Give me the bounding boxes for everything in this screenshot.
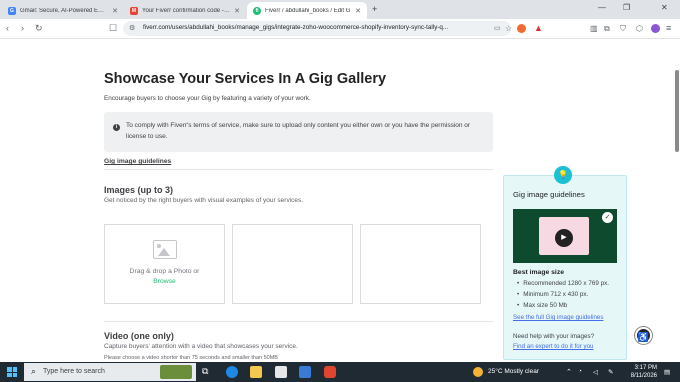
size-item: Minimum 712 x 430 px. <box>517 291 588 298</box>
search-placeholder: Type here to search <box>43 368 105 375</box>
minimize-icon[interactable]: — <box>598 3 606 12</box>
rewards-icon[interactable]: ▲ <box>534 23 543 34</box>
network-icon[interactable]: ◔ <box>578 368 582 375</box>
scrollbar[interactable] <box>675 70 679 152</box>
find-expert-link[interactable]: Find an expert to do it for you <box>513 343 593 350</box>
full-guidelines-link[interactable]: See the full Gig image guidelines <box>513 314 603 321</box>
cast-icon[interactable]: ▭ <box>494 23 501 34</box>
tab-gmail[interactable]: G Gmail: Secure, AI-Powered Email fo ✕ <box>2 2 124 19</box>
help-text: Need help with your images? <box>513 333 595 340</box>
edge-icon[interactable] <box>226 366 238 378</box>
profile-icon[interactable] <box>651 24 660 33</box>
tab-fiverr[interactable]: fi Fiverr / abdullahi_books / Edit G ✕ <box>247 2 367 19</box>
taskbar: ⌕ Type here to search ⧉ 25°C Mostly clea… <box>0 362 680 382</box>
news-widget-icon[interactable] <box>160 365 192 379</box>
upload-prompt: Drag & drop a Photo or Browse <box>105 267 224 287</box>
image-placeholder-icon <box>153 240 177 259</box>
guideline-example-image: ▶ ✓ <box>513 209 617 263</box>
close-icon[interactable]: ✕ <box>112 7 118 15</box>
star-icon[interactable]: ☆ <box>505 23 512 34</box>
size-item: Recommended 1280 x 769 px. <box>517 280 609 287</box>
store-icon[interactable] <box>275 366 287 378</box>
page-subtitle: Encourage buyers to choose your Gig by f… <box>104 95 311 102</box>
google-icon: G <box>8 6 16 15</box>
divider <box>104 321 493 322</box>
bookmark-icon[interactable]: ☐ <box>109 23 117 34</box>
pen-icon[interactable]: ✎ <box>608 368 613 376</box>
checkmark-icon: ✓ <box>602 212 613 223</box>
tray-chevron-icon[interactable]: ⌃ <box>566 368 572 376</box>
images-heading: Images (up to 3) <box>104 185 174 195</box>
notice-text: To comply with Fiverr's terms of service… <box>126 122 471 140</box>
search-icon: ⌕ <box>31 366 37 376</box>
video-heading: Video (one only) <box>104 331 174 341</box>
page-title: Showcase Your Services In A Gig Gallery <box>104 71 387 87</box>
site-info-icon[interactable]: ⚙ <box>129 23 135 34</box>
weather-text: 25°C Mostly clear <box>488 368 540 375</box>
reload-icon[interactable]: ↻ <box>35 23 43 34</box>
size-item: Max size 50 Mb <box>517 302 567 309</box>
gmail-icon: M <box>130 6 138 15</box>
tab-title: Gmail: Secure, AI-Powered Email fo <box>20 7 109 14</box>
windows-start-icon[interactable] <box>7 367 17 377</box>
brave-icon[interactable] <box>324 366 336 378</box>
gig-image-guidelines-link[interactable]: Gig image guidelines <box>104 158 171 165</box>
terms-notice: i To comply with Fiverr's terms of servi… <box>104 112 493 152</box>
notifications-icon[interactable]: ▤ <box>664 368 670 376</box>
browser-toolbar: ‹ › ↻ ☐ ⚙ fiverr.com/users/abdullahi_boo… <box>0 19 680 39</box>
video-note: Please choose a video shorter than 75 se… <box>104 355 278 361</box>
task-view-icon[interactable]: ⧉ <box>202 366 214 378</box>
date: 8/11/2026 <box>630 373 657 379</box>
file-explorer-icon[interactable] <box>250 366 262 378</box>
menu-icon[interactable]: ≡ <box>666 23 671 34</box>
guidelines-tooltip: Gig image guidelines ▶ ✓ Best image size… <box>503 175 627 360</box>
mail-icon[interactable] <box>299 366 311 378</box>
video-description: Capture buyers' attention with a video t… <box>104 343 298 350</box>
volume-icon[interactable]: ◁ <box>593 368 598 376</box>
close-icon[interactable]: ✕ <box>234 7 240 15</box>
page-content: Showcase Your Services In A Gig Gallery … <box>0 40 680 362</box>
window-close-icon[interactable]: ✕ <box>661 3 668 12</box>
images-description: Get noticed by the right buyers with vis… <box>104 197 304 204</box>
tab-gmail-confirmation[interactable]: M Your Fiverr confirmation code - abd ✕ <box>124 2 246 19</box>
best-size-heading: Best image size <box>513 269 564 276</box>
url-text: fiverr.com/users/abdullahi_books/manage_… <box>143 24 449 31</box>
tab-title: Fiverr / abdullahi_books / Edit G <box>265 7 351 14</box>
new-tab-icon[interactable]: + <box>372 4 377 14</box>
extensions-icon[interactable]: ⧉ <box>604 23 610 34</box>
maximize-icon[interactable]: ❐ <box>623 3 630 12</box>
clock[interactable]: 3:17 PM 8/11/2026 <box>627 364 657 380</box>
image-upload-slot-3[interactable] <box>360 224 481 304</box>
tab-title: Your Fiverr confirmation code - abd <box>142 7 231 14</box>
wallet-icon[interactable]: ⬡ <box>636 23 643 34</box>
weather-icon[interactable] <box>473 367 483 377</box>
info-icon: i <box>113 124 120 131</box>
divider <box>104 169 493 170</box>
back-icon[interactable]: ‹ <box>6 23 9 34</box>
close-icon[interactable]: ✕ <box>355 7 361 15</box>
address-bar[interactable]: ⚙ fiverr.com/users/abdullahi_books/manag… <box>123 21 511 36</box>
fiverr-icon: fi <box>253 6 261 15</box>
play-icon[interactable]: ▶ <box>555 229 573 247</box>
sidebar-icon[interactable]: ▥ <box>590 23 598 34</box>
shield-icon[interactable]: ⛉ <box>620 23 626 34</box>
tab-bar: G Gmail: Secure, AI-Powered Email fo ✕ M… <box>0 0 680 19</box>
forward-icon[interactable]: › <box>21 23 24 34</box>
brave-shield-icon[interactable] <box>517 24 526 33</box>
image-upload-slot-2[interactable] <box>232 224 353 304</box>
image-upload-slot-1[interactable]: Drag & drop a Photo or Browse <box>104 224 225 304</box>
tooltip-title: Gig image guidelines <box>513 190 585 199</box>
time: 3:17 PM <box>634 365 657 371</box>
lightbulb-icon: 💡 <box>554 166 572 184</box>
drag-drop-text: Drag & drop a Photo or <box>129 268 200 275</box>
browse-link[interactable]: Browse <box>153 278 176 285</box>
accessibility-icon[interactable]: ♿ <box>635 327 652 344</box>
